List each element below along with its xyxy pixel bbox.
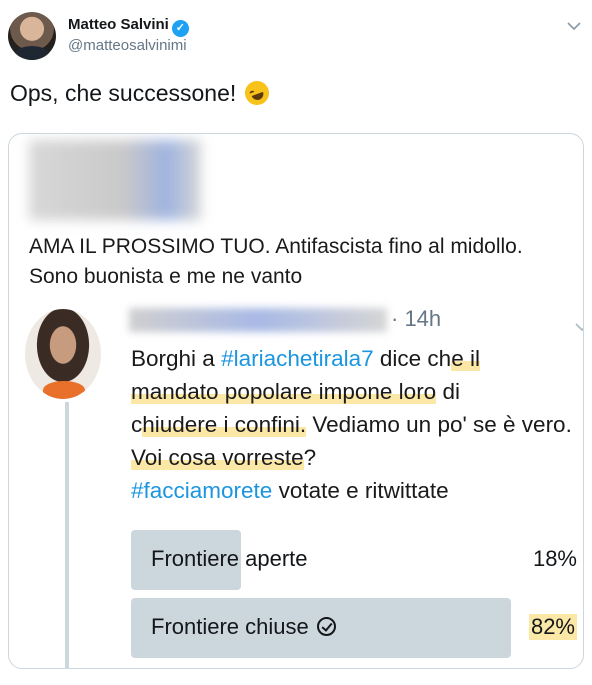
quoted-tweet-time: · 14h	[391, 306, 442, 331]
blurred-profile-name	[29, 140, 201, 220]
poll-option-percent: 18%	[532, 546, 577, 571]
author-handle[interactable]: @matteosalvinimi	[68, 37, 187, 54]
hashtag-link: #facciamorete	[131, 478, 273, 503]
quoted-user-avatar	[25, 309, 101, 399]
rolling-on-floor-laughing-emoji-icon	[241, 77, 273, 109]
author-name[interactable]: Matteo Salvini ✓	[68, 16, 189, 37]
blurred-quoted-handle	[129, 308, 387, 332]
chevron-down-icon[interactable]	[566, 18, 582, 34]
verified-badge-icon: ✓	[171, 20, 189, 37]
poll-option-percent: 82%	[528, 614, 577, 640]
tweet-text: Ops, che successone!	[10, 77, 273, 109]
poll-option-1: Frontiere aperte 18%	[131, 530, 577, 590]
poll-option-label: Frontiere chiuse	[151, 614, 336, 640]
attached-image[interactable]: AMA IL PROSSIMO TUO. Antifascista fino a…	[8, 133, 584, 669]
profile-bio: AMA IL PROSSIMO TUO. Antifascista fino a…	[29, 235, 523, 288]
hashtag-link: #lariachetirala7	[221, 346, 374, 371]
quoted-chevron-icon	[575, 323, 583, 332]
poll-option-2: Frontiere chiuse 82%	[131, 598, 577, 658]
poll-option-label: Frontiere aperte	[151, 546, 308, 571]
check-circle-icon	[316, 617, 336, 636]
thread-line	[65, 402, 69, 668]
quoted-tweet-text: Borghi a #lariachetirala7 dice che il man…	[131, 346, 572, 503]
author-avatar[interactable]	[8, 12, 56, 60]
